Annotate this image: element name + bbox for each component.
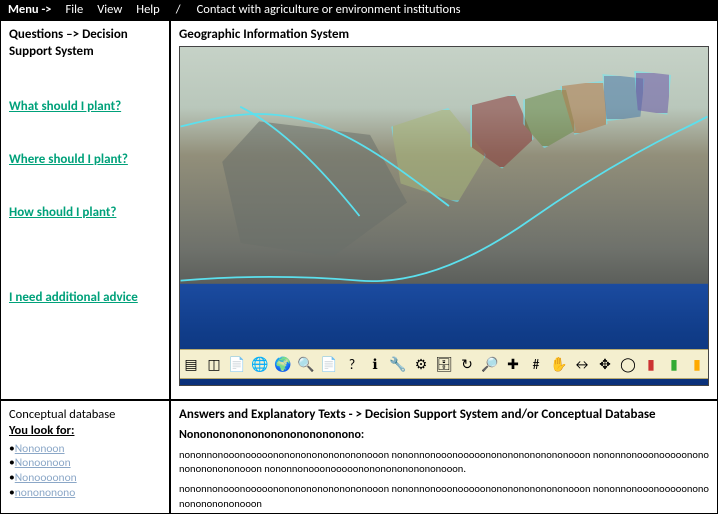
main-grid: Questions –> Decision Support System Wha…: [0, 20, 718, 514]
answers-subhead: Nononononononononononononono:: [179, 428, 709, 442]
layer2-icon[interactable]: ▤: [181, 353, 201, 375]
info-icon[interactable]: ℹ: [365, 353, 385, 375]
search-icon[interactable]: 🔍: [296, 353, 316, 375]
col1-icon[interactable]: ▮: [641, 353, 661, 375]
gis-toolbar: ▦ ▤ ◫ 📄 🌐 🌍 🔍 📄 ? ℹ 🔧 ⚙ 🗄 ↻ 🔎 ✚ # ✋ ↔ ✥: [179, 349, 709, 379]
pointer-icon[interactable]: ↔: [572, 353, 592, 375]
terrain-region: [222, 121, 407, 256]
gis-map-viewport[interactable]: ▦ ▤ ◫ 📄 🌐 🌍 🔍 📄 ? ℹ 🔧 ⚙ 🗄 ↻ 🔎 ✚ # ✋ ↔ ✥: [179, 46, 709, 386]
lasso-icon[interactable]: ◯: [618, 353, 638, 375]
gis-title: Geographic Information System: [179, 27, 709, 42]
help-icon[interactable]: ?: [342, 353, 362, 375]
gear-icon[interactable]: ⚙: [411, 353, 431, 375]
menu-separator: /: [176, 0, 181, 20]
menu-item-view[interactable]: View: [97, 0, 122, 20]
chart-icon[interactable]: ◫: [204, 353, 224, 375]
question-link-how[interactable]: How should I plant?: [9, 205, 161, 220]
db-link[interactable]: Nononoon: [15, 442, 65, 456]
answers-panel: Answers and Explanatory Texts - > Decisi…: [170, 400, 718, 514]
answers-title: Answers and Explanatory Texts - > Decisi…: [179, 407, 709, 422]
globe2-icon[interactable]: 🌍: [273, 353, 293, 375]
doc-icon[interactable]: 📄: [227, 353, 247, 375]
hand-icon[interactable]: ✋: [549, 353, 569, 375]
pan-icon[interactable]: ✥: [595, 353, 615, 375]
db-icon[interactable]: 🗄: [434, 353, 454, 375]
db-subheading: You look for:: [9, 423, 74, 438]
refresh-icon[interactable]: ↻: [457, 353, 477, 375]
answers-para-2: nononnonooonooooonononononononononooon n…: [179, 482, 709, 510]
db-heading: Conceptual database You look for:: [9, 407, 161, 440]
conceptual-db-panel: Conceptual database You look for: •Nonon…: [0, 400, 170, 514]
question-link-advice[interactable]: I need additional advice: [9, 290, 161, 307]
db-link[interactable]: Nonoooonon: [15, 471, 77, 485]
terrain-region: [634, 71, 671, 115]
menu-item-help[interactable]: Help: [136, 0, 159, 20]
col2-icon[interactable]: ▮: [664, 353, 684, 375]
question-link-where[interactable]: Where should I plant?: [9, 152, 161, 167]
db-link-list: •Nononoon •Nonoonoon •Nonoooonon •nonono…: [9, 442, 161, 502]
db-link[interactable]: nonononono: [15, 486, 76, 500]
sidebar-questions: Questions –> Decision Support System Wha…: [0, 20, 170, 400]
db-link[interactable]: Nonoonoon: [15, 456, 71, 470]
question-link-what[interactable]: What should I plant?: [9, 99, 161, 114]
answers-para-1: nononnonooonooooonononononononononooon n…: [179, 448, 709, 476]
menu-item-contact[interactable]: Contact with agriculture or environment …: [197, 0, 461, 20]
globe-icon[interactable]: 🌐: [250, 353, 270, 375]
col3-icon[interactable]: ▮: [687, 353, 707, 375]
page-icon[interactable]: 📄: [319, 353, 339, 375]
wrench-icon[interactable]: 🔧: [388, 353, 408, 375]
grid-icon[interactable]: #: [526, 353, 546, 375]
menu-label: Menu ->: [8, 0, 52, 20]
menu-item-file[interactable]: File: [66, 0, 84, 20]
db-heading-text: Conceptual database: [9, 407, 115, 422]
cross-icon[interactable]: ✚: [503, 353, 523, 375]
zoom-icon[interactable]: 🔎: [480, 353, 500, 375]
gis-panel: Geographic Information System ▦ ▤ ◫ 📄 🌐 …: [170, 20, 718, 400]
menubar: Menu -> File View Help / Contact with ag…: [0, 0, 718, 20]
sidebar-title: Questions –> Decision Support System: [9, 27, 161, 61]
